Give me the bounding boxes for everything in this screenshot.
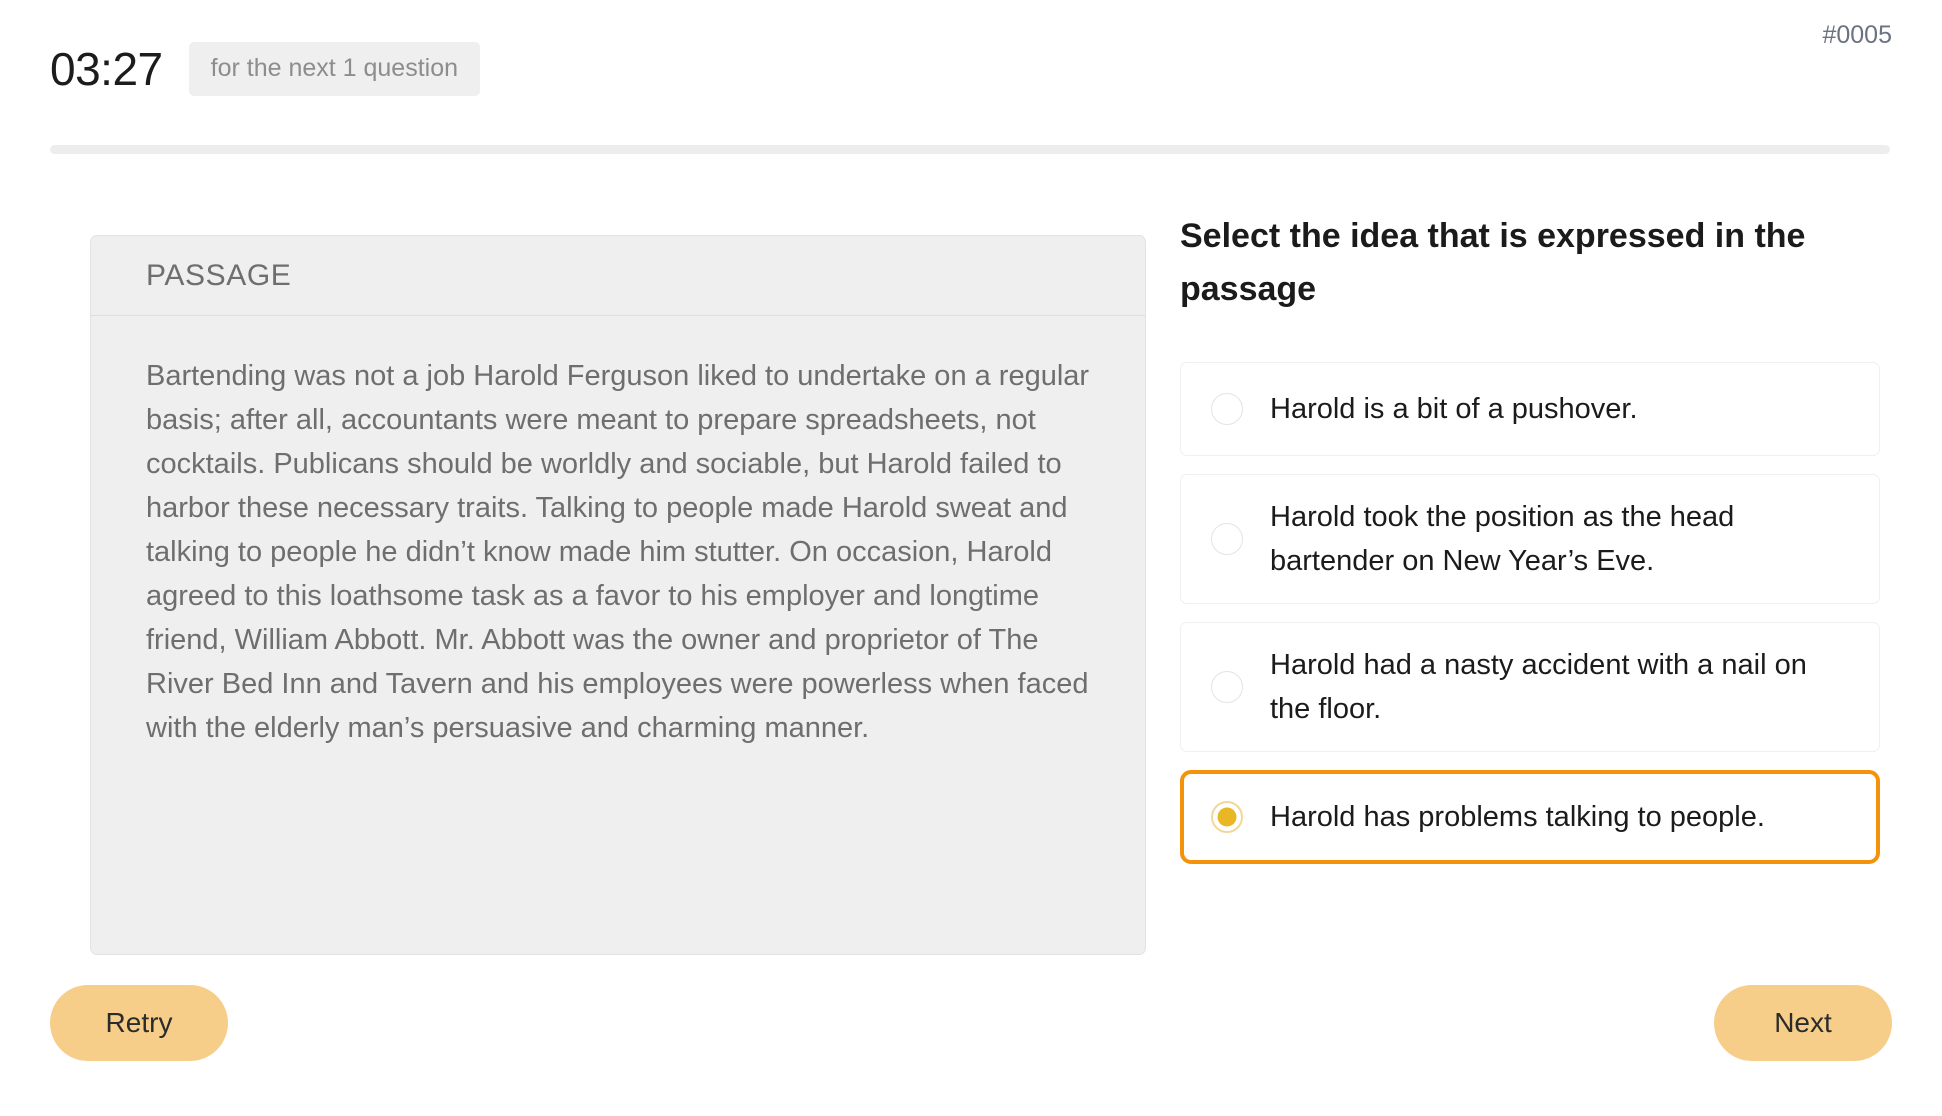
retry-button[interactable]: Retry [50,985,228,1061]
question-id-label: #0005 [1822,21,1892,49]
radio-button-icon-1[interactable] [1211,393,1243,425]
countdown-timer: 03:27 [50,43,163,95]
passage-card-body: Bartending was not a job Harold Ferguson… [91,316,1145,780]
answer-option-label-1: Harold is a bit of a pushover. [1270,393,1638,425]
passage-card: PASSAGE Bartending was not a job Harold … [90,235,1146,955]
radio-button-icon-2[interactable] [1211,523,1243,555]
answer-option-label-3: Harold had a nasty accident with a nail … [1270,649,1807,725]
answer-option-2[interactable]: Harold took the position as the head bar… [1180,474,1880,604]
answer-option-3[interactable]: Harold had a nasty accident with a nail … [1180,622,1880,752]
header: 03:27 for the next 1 question #0005 [0,0,1942,154]
timer-note-badge: for the next 1 question [188,42,481,96]
question-panel: Select the idea that is expressed in the… [1180,210,1880,882]
question-heading: Select the idea that is expressed in the… [1180,217,1806,308]
answer-option-4[interactable]: Harold has problems talking to people. [1180,770,1880,864]
radio-button-icon-4[interactable] [1211,801,1243,833]
answer-option-1[interactable]: Harold is a bit of a pushover. [1180,362,1880,456]
radio-button-icon-3[interactable] [1211,671,1243,703]
main-content: PASSAGE Bartending was not a job Harold … [0,150,1942,1116]
answer-option-label-2: Harold took the position as the head bar… [1270,501,1735,577]
next-button[interactable]: Next [1714,985,1892,1061]
quiz-page: 03:27 for the next 1 question #0005 PASS… [0,0,1942,1116]
answer-options-list: Harold is a bit of a pushover. Harold to… [1180,362,1880,864]
passage-title: PASSAGE [146,258,292,292]
passage-card-header: PASSAGE [91,236,1145,316]
answer-option-label-4: Harold has problems talking to people. [1270,801,1765,833]
passage-text: Bartending was not a job Harold Ferguson… [146,360,1090,744]
timer-group: 03:27 for the next 1 question [50,42,481,96]
